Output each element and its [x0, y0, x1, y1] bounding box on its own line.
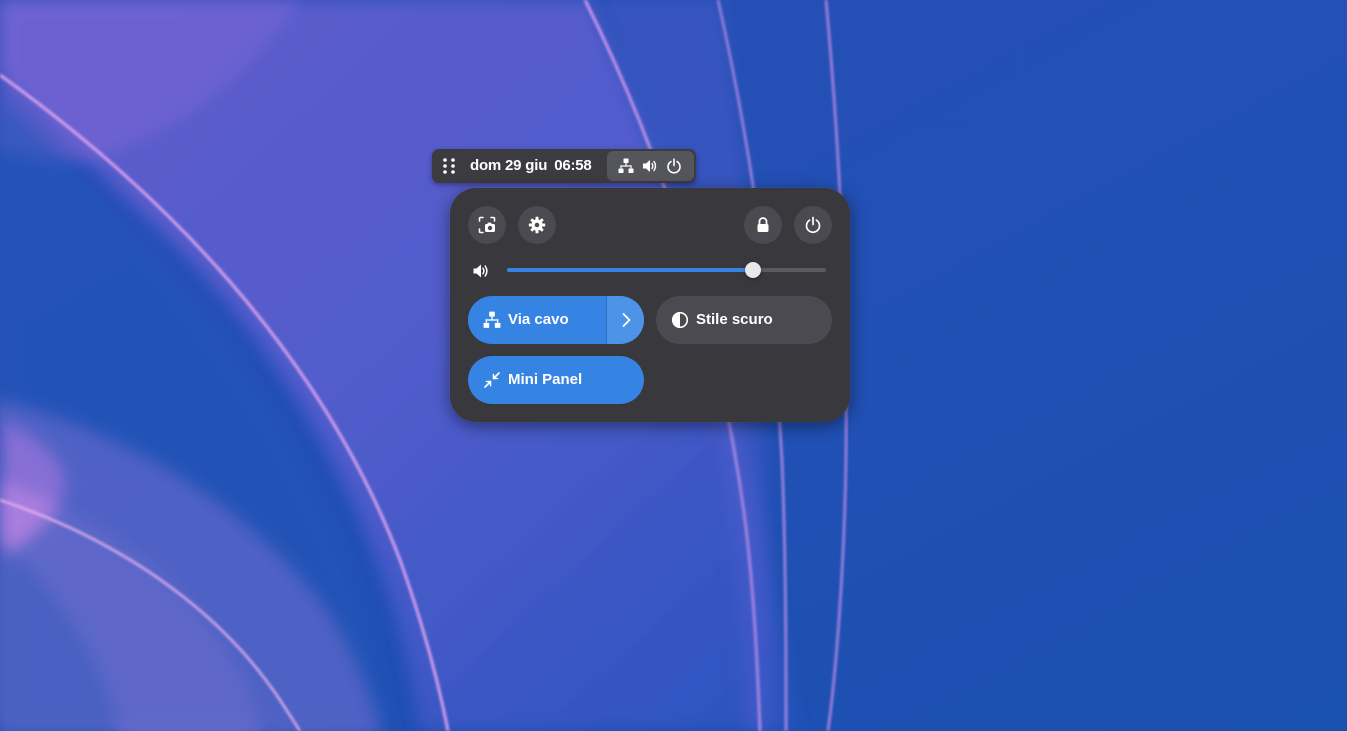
power-icon	[805, 216, 821, 234]
volume-slider-handle[interactable]	[745, 262, 761, 278]
toggle-mini-panel[interactable]: Mini Panel	[468, 356, 644, 404]
minimize-icon	[484, 372, 500, 388]
volume-icon	[643, 160, 657, 172]
system-status-area[interactable]	[607, 151, 694, 181]
clock[interactable]: dom 29 giu 06:58	[470, 149, 592, 183]
lock-icon	[757, 217, 769, 232]
toggle-wired-network-label: Via cavo	[508, 311, 569, 328]
wired-network-menu-button[interactable]	[606, 296, 644, 344]
network-wired-icon	[618, 158, 634, 173]
power-icon	[667, 158, 681, 174]
drag-handle-icon[interactable]	[440, 156, 458, 176]
toggle-wired-network[interactable]: Via cavo	[468, 296, 644, 344]
toggle-dark-style-label: Stile scuro	[696, 311, 773, 328]
volume-slider[interactable]	[507, 260, 826, 280]
top-bar: dom 29 giu 06:58	[432, 149, 696, 183]
settings-icon	[528, 216, 546, 234]
network-wired-icon	[483, 311, 501, 328]
screenshot-button[interactable]	[468, 206, 506, 244]
chevron-right-icon	[622, 313, 631, 327]
power-button[interactable]	[794, 206, 832, 244]
toggle-mini-panel-label: Mini Panel	[508, 371, 583, 388]
toggle-dark-style[interactable]: Stile scuro	[656, 296, 832, 344]
settings-button[interactable]	[518, 206, 556, 244]
dark-mode-icon	[671, 311, 689, 329]
volume-slider-fill	[507, 268, 753, 272]
screenshot-icon	[478, 216, 496, 234]
clock-time: 06:58	[554, 157, 592, 174]
desktop: dom 29 giu 06:58 Via cavo Stile scuro Mi…	[0, 0, 1347, 731]
clock-date: dom 29 giu	[470, 157, 548, 174]
quick-settings-panel: Via cavo Stile scuro Mini Panel	[450, 188, 850, 422]
lock-button[interactable]	[744, 206, 782, 244]
volume-icon[interactable]	[472, 262, 490, 280]
